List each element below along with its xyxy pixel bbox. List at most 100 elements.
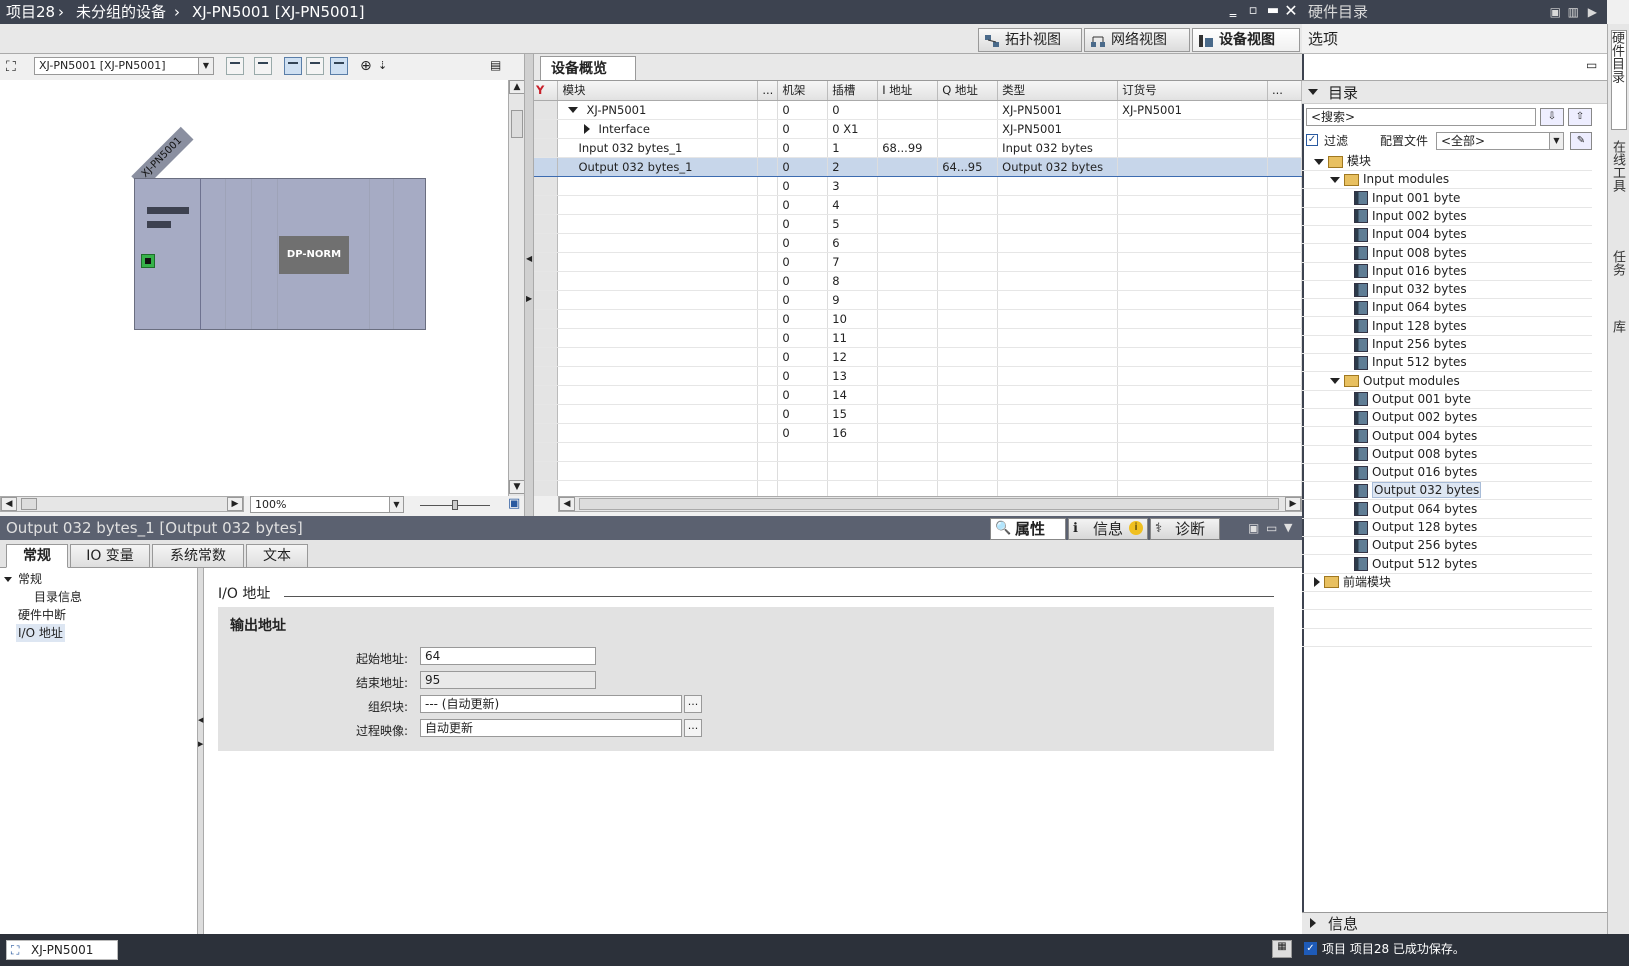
cell-order-number[interactable] — [1117, 176, 1268, 196]
cell-module[interactable] — [557, 385, 759, 405]
cell-i-address[interactable] — [877, 195, 939, 215]
cell-rack[interactable]: 0 — [777, 290, 829, 310]
pin-icon[interactable]: ▣ — [1550, 0, 1561, 24]
cell-rack[interactable]: 0 — [777, 404, 829, 424]
cell-module[interactable]: Input 032 bytes_1 — [557, 138, 759, 158]
cell-i-address[interactable] — [877, 271, 939, 291]
cell-module[interactable]: Interface — [557, 119, 759, 139]
catalog-item[interactable]: Output 064 bytes — [1354, 500, 1477, 518]
canvas-vscroll[interactable]: ▲ ▼ — [508, 80, 525, 496]
profile-select[interactable]: <全部> ▼ — [1436, 132, 1564, 150]
cell-slot[interactable]: 11 — [827, 328, 879, 348]
chevron-right-icon[interactable] — [584, 124, 591, 134]
breadcrumb-group[interactable]: 未分组的设备 — [76, 0, 166, 24]
float-icon[interactable]: ▣ — [1248, 516, 1259, 540]
cell-more-2[interactable] — [1267, 271, 1302, 291]
cell-order-number[interactable] — [1117, 347, 1268, 367]
tree-modules[interactable]: 模块 — [1314, 152, 1371, 170]
cell-rack[interactable]: 0 — [777, 138, 829, 158]
cell-slot[interactable]: 7 — [827, 252, 879, 272]
row-header[interactable] — [534, 252, 559, 272]
cell-more[interactable] — [757, 156, 779, 177]
cell-order-number[interactable] — [1117, 233, 1268, 253]
cell-q-address[interactable] — [937, 138, 999, 158]
cell-rack[interactable]: 0 — [777, 309, 829, 329]
chevron-right-icon[interactable] — [1310, 918, 1316, 928]
cell-module[interactable] — [557, 366, 759, 386]
catalog-item[interactable]: Output 004 bytes — [1354, 427, 1477, 445]
scroll-right-icon[interactable]: ▶ — [227, 497, 243, 511]
table-row[interactable]: 06 — [534, 233, 1302, 253]
tree-front-modules[interactable]: 前端模块 — [1314, 573, 1391, 591]
device-select[interactable]: XJ-PN5001 [XJ-PN5001] ▼ — [34, 57, 214, 75]
cell-more-2[interactable] — [1267, 366, 1302, 386]
cell-order-number[interactable] — [1117, 119, 1268, 139]
cell-q-address[interactable] — [937, 347, 999, 367]
collapse-right-icon[interactable]: ▶ — [1588, 0, 1597, 24]
cell-q-address[interactable] — [937, 100, 999, 120]
col-module[interactable]: 模块 — [557, 81, 759, 101]
col-slot[interactable]: 插槽 — [827, 81, 879, 101]
cell-i-address[interactable] — [877, 328, 939, 348]
cell-slot[interactable]: 2 — [827, 156, 879, 177]
cell-q-address[interactable] — [937, 404, 999, 424]
row-header[interactable] — [534, 119, 559, 139]
cell-q-address[interactable] — [937, 271, 999, 291]
cell-more-2[interactable] — [1267, 347, 1302, 367]
cell-rack[interactable]: 0 — [777, 176, 829, 196]
cell-module[interactable] — [557, 271, 759, 291]
search-down-button[interactable]: ⇩ — [1540, 108, 1564, 126]
row-header[interactable] — [534, 404, 559, 424]
chevron-down-icon[interactable]: ▼ — [389, 497, 403, 512]
port-icon[interactable] — [141, 254, 155, 268]
cell-module[interactable] — [557, 328, 759, 348]
cell-more-2[interactable] — [1267, 119, 1302, 139]
profile-edit-button[interactable]: ✎ — [1570, 132, 1592, 150]
cell-i-address[interactable] — [877, 176, 939, 196]
col-type[interactable]: 类型 — [997, 81, 1119, 101]
cell-i-address[interactable] — [877, 404, 939, 424]
tab-info[interactable]: ℹ 信息 i — [1068, 518, 1148, 540]
table-row[interactable]: Output 032 bytes_1 0 2 64...95 Output 032 by… — [534, 156, 1302, 177]
cell-module[interactable] — [557, 176, 759, 196]
table-row[interactable]: 04 — [534, 195, 1302, 215]
cell-rack[interactable]: 0 — [777, 214, 829, 234]
chevron-down-icon[interactable] — [4, 577, 12, 582]
cell-module[interactable] — [557, 347, 759, 367]
cell-q-address[interactable] — [937, 252, 999, 272]
breadcrumb-project[interactable]: 项目28 — [6, 0, 55, 24]
breadcrumb-device[interactable]: XJ-PN5001 [XJ-PN5001] — [192, 0, 365, 24]
cell-order-number[interactable] — [1117, 156, 1268, 177]
device-tree-icon[interactable]: ⛶ — [6, 59, 16, 75]
tab-diagnostics[interactable]: ⚕ 诊断 — [1150, 518, 1220, 540]
zoom-icon[interactable]: ⊕ — [360, 58, 372, 74]
col-more[interactable]: ... — [757, 81, 779, 101]
row-header[interactable] — [534, 214, 559, 234]
scroll-up-icon[interactable]: ▲ — [509, 80, 525, 94]
cell-type[interactable] — [997, 290, 1119, 310]
catalog-item[interactable]: Input 008 bytes — [1354, 244, 1467, 262]
cell-slot[interactable]: 14 — [827, 385, 879, 405]
cell-i-address[interactable] — [877, 385, 939, 405]
tab-properties[interactable]: 🔍 属性 — [990, 518, 1066, 540]
view-splitter[interactable]: ◀ ▶ — [524, 54, 534, 516]
cell-q-address[interactable] — [937, 176, 999, 196]
cell-more[interactable] — [757, 271, 779, 291]
cell-slot[interactable]: 0 X1 — [827, 119, 879, 139]
table-row[interactable]: 07 — [534, 252, 1302, 272]
cell-i-address[interactable] — [877, 156, 939, 177]
cell-slot[interactable]: 1 — [827, 138, 879, 158]
row-header[interactable] — [534, 100, 559, 120]
cell-more[interactable] — [757, 100, 779, 120]
minimize-icon[interactable]: ‗ — [1226, 4, 1240, 18]
table-row[interactable]: 05 — [534, 214, 1302, 234]
cell-order-number[interactable] — [1117, 423, 1268, 443]
cell-more[interactable] — [757, 214, 779, 234]
process-image-browse-button[interactable]: ... — [684, 719, 702, 737]
row-header[interactable] — [534, 290, 559, 310]
row-header[interactable] — [534, 328, 559, 348]
chevron-right-icon[interactable] — [1314, 577, 1320, 588]
cell-order-number[interactable] — [1117, 195, 1268, 215]
col-i-address[interactable]: I 地址 — [877, 81, 939, 101]
catalog-item[interactable]: Input 016 bytes — [1354, 262, 1467, 280]
